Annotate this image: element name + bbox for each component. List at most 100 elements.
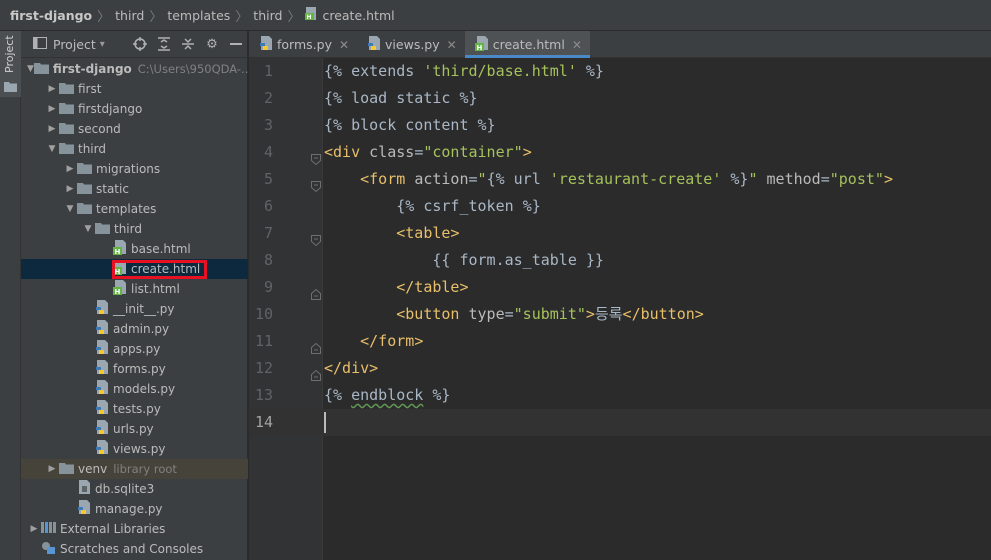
locate-file-icon[interactable]: [132, 36, 148, 52]
expand-all-icon[interactable]: [156, 36, 172, 52]
tree-item-firstdjango[interactable]: ▶ firstdjango: [21, 99, 248, 119]
tree-item-third[interactable]: ▼ third: [21, 139, 248, 159]
library-icon: [41, 521, 56, 537]
svg-text:H: H: [476, 44, 482, 51]
tree-item-forms-py[interactable]: forms.py: [21, 359, 248, 379]
code-line[interactable]: 2 {% load static %}: [249, 85, 991, 112]
project-tool-label: Project: [3, 35, 16, 73]
tree-item-manage-py[interactable]: manage.py: [21, 499, 248, 519]
chevron-down-icon[interactable]: ▼: [27, 64, 34, 74]
tree-item-templates[interactable]: ▼ templates: [21, 199, 248, 219]
code-line[interactable]: 6 {% csrf_token %}: [249, 193, 991, 220]
project-tool-tab[interactable]: Project: [0, 31, 21, 97]
fold-marker-icon[interactable]: [311, 282, 321, 300]
code-line[interactable]: 3 {% block content %}: [249, 112, 991, 139]
tree-item-third[interactable]: ▼ third: [21, 219, 248, 239]
fold-marker-icon[interactable]: [311, 336, 321, 354]
breadcrumb-item-third[interactable]: third: [115, 8, 144, 23]
chevron-right-icon[interactable]: ▶: [45, 464, 59, 474]
tab-create-html[interactable]: Hcreate.html ✕: [464, 31, 591, 58]
chevron-right-icon[interactable]: ▶: [45, 104, 59, 114]
chevron-right-icon[interactable]: ▶: [63, 164, 77, 174]
python-file-icon: [95, 340, 109, 358]
fold-marker-icon[interactable]: [311, 174, 321, 193]
code-line[interactable]: 14: [249, 409, 991, 436]
breadcrumb-item-file[interactable]: H create.html: [305, 6, 395, 24]
tree-item-label: third: [114, 222, 142, 236]
tree-item-apps-py[interactable]: apps.py: [21, 339, 248, 359]
tree-item-first[interactable]: ▶ first: [21, 79, 248, 99]
code-line[interactable]: 4 <div class="container">: [249, 139, 991, 166]
collapse-all-icon[interactable]: [180, 36, 196, 52]
close-icon[interactable]: ✕: [339, 38, 349, 52]
chevron-down-icon[interactable]: ▾: [100, 39, 105, 50]
tree-item-migrations[interactable]: ▶ migrations: [21, 159, 248, 179]
folder-icon: [59, 462, 74, 477]
close-icon[interactable]: ✕: [447, 38, 457, 52]
code-line[interactable]: 7 <table>: [249, 220, 991, 247]
tree-item-list-html[interactable]: Hlist.html: [21, 279, 248, 299]
text-caret: [324, 412, 326, 433]
tree-item-label: firstdjango: [78, 102, 143, 116]
breadcrumb-item-project[interactable]: first-django: [10, 8, 92, 23]
line-number: 11: [254, 332, 273, 350]
project-view-selector[interactable]: Project: [53, 37, 96, 52]
code-line[interactable]: 1 {% extends 'third/base.html' %}: [249, 58, 991, 85]
chevron-right-icon[interactable]: ▶: [45, 84, 59, 94]
tab-forms-py[interactable]: forms.py ✕: [249, 31, 357, 58]
code-line[interactable]: 9 </table>: [249, 274, 991, 301]
gear-icon[interactable]: ⚙: [204, 36, 220, 52]
tree-item-tests-py[interactable]: tests.py: [21, 399, 248, 419]
line-number: 14: [254, 413, 273, 431]
breadcrumb-item-templates[interactable]: templates: [167, 8, 230, 23]
code-text: {% extends 'third/base.html' %}: [324, 62, 604, 80]
tree-item-views-py[interactable]: views.py: [21, 439, 248, 459]
folder-icon: [59, 102, 74, 117]
tree-item-label: apps.py: [113, 342, 161, 356]
tree-item-init-py[interactable]: __init__.py: [21, 299, 248, 319]
folder-icon: [77, 182, 92, 197]
tree-item-second[interactable]: ▶ second: [21, 119, 248, 139]
code-line[interactable]: 5 <form action="{% url 'restaurant-creat…: [249, 166, 991, 193]
code-line[interactable]: 11 </form>: [249, 328, 991, 355]
fold-marker-icon[interactable]: [311, 363, 321, 381]
chevron-down-icon[interactable]: ▼: [63, 204, 77, 214]
line-number: 9: [263, 278, 273, 296]
code-line[interactable]: 13 {% endblock %}: [249, 382, 991, 409]
project-panel-header: Project ▾ ⚙: [21, 31, 248, 58]
tree-item-db-sqlite3[interactable]: db.sqlite3: [21, 479, 248, 499]
tree-item-create-html[interactable]: Hcreate.html: [21, 259, 248, 279]
tab-views-py[interactable]: views.py ✕: [357, 31, 465, 58]
code-editor[interactable]: 1 {% extends 'third/base.html' %} 2 {% load…: [249, 58, 991, 560]
chevron-right-icon[interactable]: ▶: [63, 184, 77, 194]
tree-item-venv[interactable]: ▶ venv library root: [21, 459, 248, 479]
chevron-right-icon: 〉: [97, 9, 111, 25]
tree-item-static[interactable]: ▶ static: [21, 179, 248, 199]
tree-item-base-html[interactable]: Hbase.html: [21, 239, 248, 259]
fold-marker-icon[interactable]: [311, 147, 321, 166]
tree-item-first-django[interactable]: ▼ first-django C:\Users\950QDA-...: [21, 59, 252, 79]
tree-item-label: forms.py: [113, 362, 166, 376]
tree-item-scratches-and-consoles[interactable]: Scratches and Consoles: [21, 539, 248, 559]
tree-item-urls-py[interactable]: urls.py: [21, 419, 248, 439]
tree-item-models-py[interactable]: models.py: [21, 379, 248, 399]
hide-panel-icon[interactable]: [228, 36, 244, 52]
python-file-icon: [95, 320, 109, 338]
folder-icon: [59, 82, 74, 97]
line-number: 5: [263, 170, 273, 188]
code-line[interactable]: 8 {{ form.as_table }}: [249, 247, 991, 274]
tab-label: forms.py: [277, 37, 332, 52]
tree-item-external-libraries[interactable]: ▶ External Libraries: [21, 519, 248, 539]
python-file-icon: [95, 360, 109, 378]
code-text: {% load static %}: [324, 89, 478, 107]
code-line[interactable]: 12 </div>: [249, 355, 991, 382]
fold-marker-icon[interactable]: [311, 228, 321, 247]
chevron-down-icon[interactable]: ▼: [81, 224, 95, 234]
chevron-right-icon[interactable]: ▶: [27, 524, 41, 534]
breadcrumb-item-third-sub[interactable]: third: [253, 8, 282, 23]
close-icon[interactable]: ✕: [572, 38, 582, 52]
code-line[interactable]: 10 <button type="submit">등록</button>: [249, 301, 991, 328]
tree-item-admin-py[interactable]: admin.py: [21, 319, 248, 339]
chevron-right-icon[interactable]: ▶: [45, 124, 59, 134]
chevron-down-icon[interactable]: ▼: [45, 144, 59, 154]
